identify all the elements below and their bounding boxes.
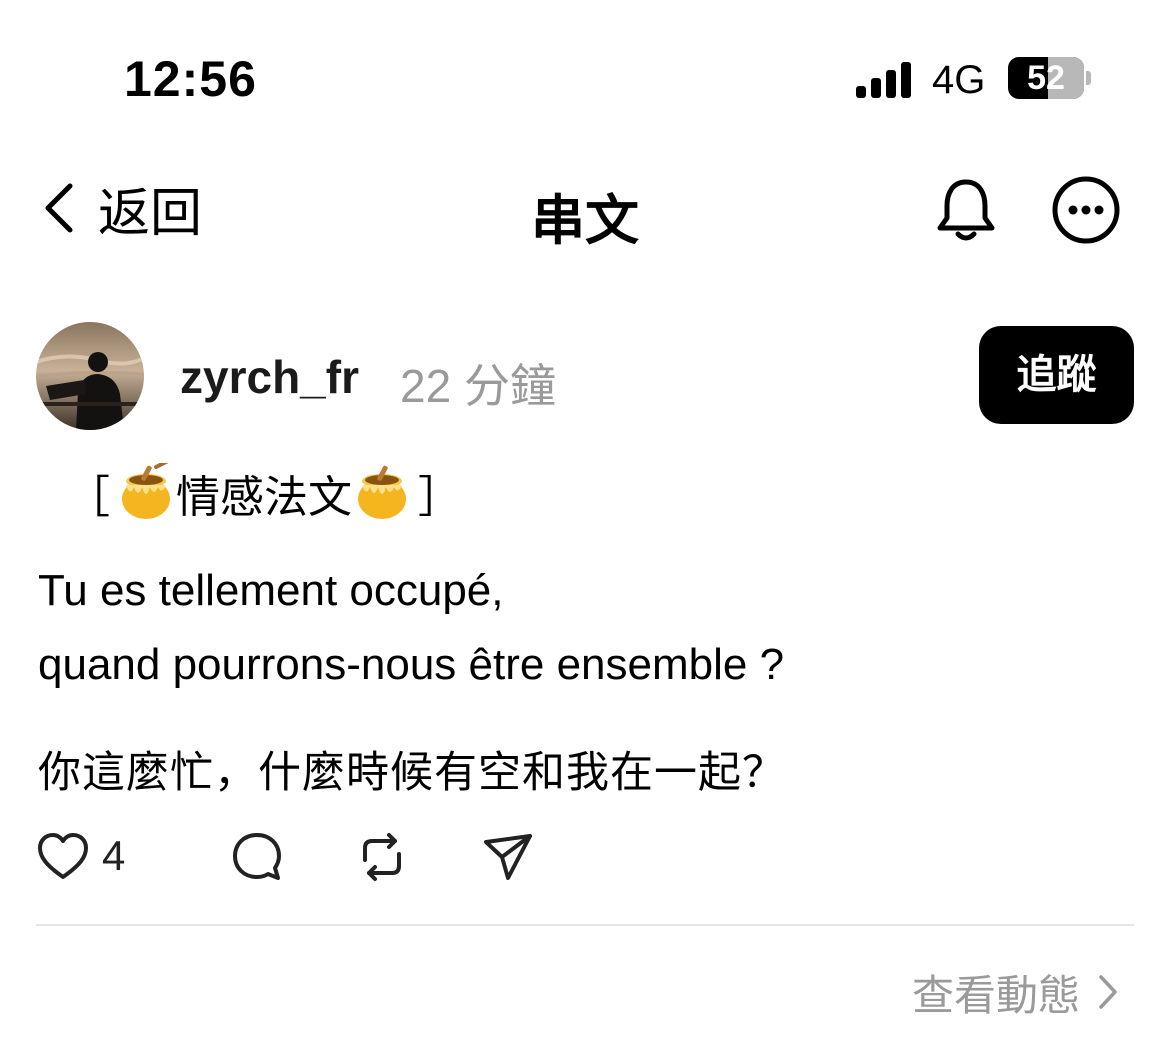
divider [36,924,1134,926]
send-icon [484,834,532,880]
battery-icon: 52 [1008,57,1084,99]
network-type: 4G [932,58,986,102]
repost-button[interactable] [355,830,409,884]
comment-icon [233,833,281,880]
back-button[interactable]: 返回 [40,176,202,244]
post-tag-line: ［ 情感法文 ］ [60,462,468,524]
username[interactable]: zyrch_fr [180,350,359,404]
share-button[interactable] [482,830,536,884]
notification-bell-icon[interactable] [930,174,1002,246]
view-activity-link[interactable]: 查看動態 [912,962,1118,1022]
page-title: 串文 [531,189,639,252]
back-label: 返回 [98,183,203,244]
honey-pot-icon [358,465,406,519]
like-count: 4 [102,832,126,879]
tag-open-bracket: ［ [66,472,110,523]
chevron-left-icon [45,183,73,233]
post-text-line-1: Tu es tellement occupé, [38,566,504,615]
post-text-line-2: quand pourrons-nous être ensemble ? [38,640,785,689]
like-button[interactable] [36,830,90,884]
comment-button[interactable] [230,830,284,884]
heart-icon [38,833,88,879]
battery-level: 52 [1027,59,1065,97]
honey-pot-icon [122,463,170,519]
post-timestamp: 22 分鐘 [400,360,556,412]
repost-icon [363,833,401,881]
tag-text: 情感法文 [176,472,352,523]
avatar[interactable] [36,322,144,430]
follow-button[interactable]: 追蹤 [979,326,1134,424]
status-time: 12:56 [124,51,257,107]
battery-cap [1086,71,1091,85]
more-options-icon[interactable] [1050,174,1122,246]
post-text-line-3: 你這麼忙，什麼時候有空和我在一起？ [38,748,786,798]
view-activity-label: 查看動態 [911,970,1080,1020]
signal-strength-icon [856,58,916,98]
tag-close-bracket: ］ [418,472,462,523]
chevron-right-icon [1099,975,1117,1009]
